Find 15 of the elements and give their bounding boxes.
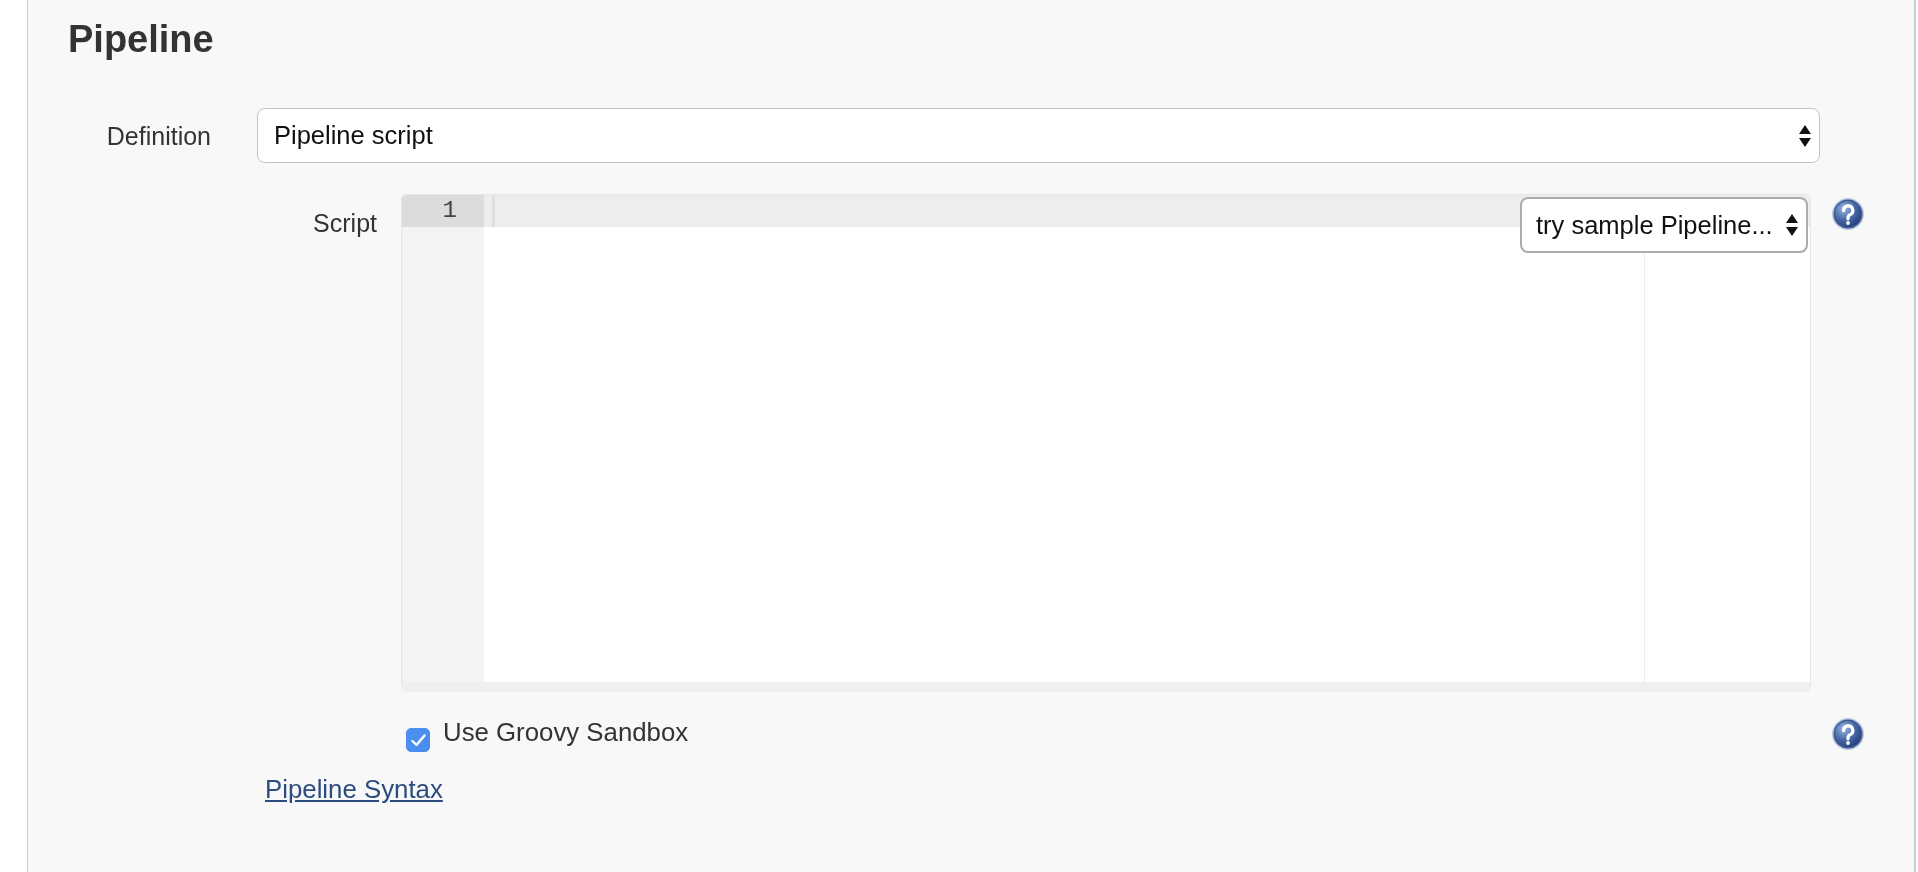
up-down-arrows-icon — [1786, 214, 1798, 236]
sandbox-checkbox[interactable] — [406, 728, 430, 752]
help-icon[interactable] — [1832, 198, 1864, 230]
definition-select[interactable]: Pipeline script — [257, 108, 1820, 163]
help-icon[interactable] — [1832, 718, 1864, 750]
sandbox-label: Use Groovy Sandbox — [443, 717, 689, 747]
check-icon — [410, 733, 426, 747]
sample-pipeline-select[interactable]: try sample Pipeline... — [1520, 197, 1808, 253]
section-heading: Pipeline — [68, 17, 214, 62]
definition-label: Definition — [106, 120, 211, 151]
pipeline-syntax-link[interactable]: Pipeline Syntax — [265, 774, 443, 804]
script-label: Script — [313, 208, 377, 238]
code-editor[interactable]: 1 try sample Pipeline... — [401, 194, 1811, 692]
up-down-arrows-icon — [1799, 124, 1811, 147]
line-number: 1 — [402, 195, 484, 227]
